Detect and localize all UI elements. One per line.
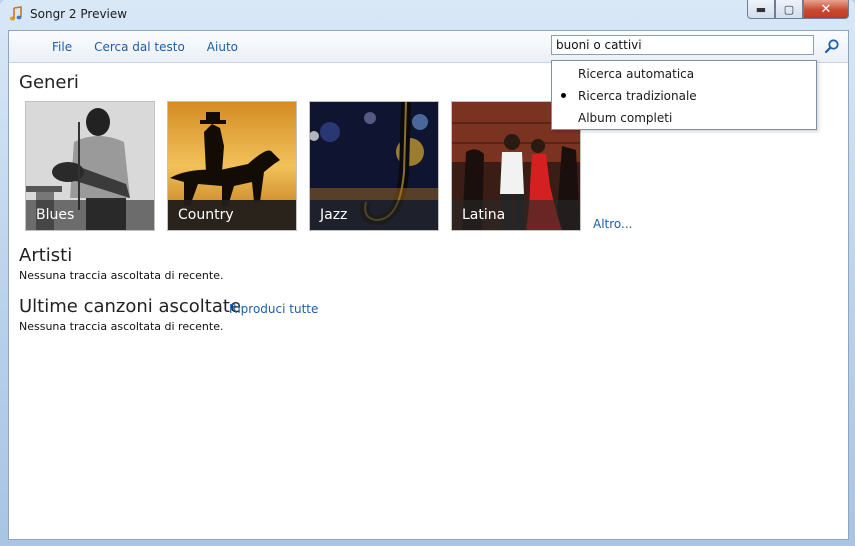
search-mode-dropdown: Ricerca automatica Ricerca tradizionale … xyxy=(551,60,817,130)
search-mode-traditional[interactable]: Ricerca tradizionale xyxy=(578,89,697,103)
genre-label-jazz: Jazz xyxy=(310,200,438,230)
search-input[interactable] xyxy=(551,35,814,55)
menu-bar: File Cerca dal testo Aiuto xyxy=(9,31,848,63)
play-all-link[interactable]: Riproduci tutte xyxy=(229,302,318,316)
maximize-button[interactable]: ▢ xyxy=(775,0,803,19)
artists-title: Artisti xyxy=(19,245,73,266)
genre-label-blues: Blues xyxy=(26,200,154,230)
title-bar[interactable]: Songr 2 Preview ▬ ▢ ✕ xyxy=(0,0,855,30)
recent-songs-empty-text: Nessuna traccia ascoltata di recente. xyxy=(19,320,224,333)
search-mode-full-albums[interactable]: Album completi xyxy=(578,111,672,125)
menu: File Cerca dal testo Aiuto xyxy=(52,40,238,54)
search-mode-automatic[interactable]: Ricerca automatica xyxy=(578,67,694,81)
window-title: Songr 2 Preview xyxy=(30,7,128,21)
genres-title: Generi xyxy=(19,72,79,93)
menu-help[interactable]: Aiuto xyxy=(207,40,238,54)
genre-tile-blues[interactable]: Blues xyxy=(25,101,155,231)
recent-songs-title: Ultime canzoni ascoltate xyxy=(19,296,242,317)
window-frame: Songr 2 Preview ▬ ▢ ✕ File Cerca dal tes… xyxy=(0,0,855,546)
minimize-button[interactable]: ▬ xyxy=(747,0,775,19)
app-music-note-icon xyxy=(9,6,22,21)
selected-bullet-icon xyxy=(561,93,566,98)
genre-label-country: Country xyxy=(168,200,296,230)
menu-search-by-text[interactable]: Cerca dal testo xyxy=(94,40,185,54)
window-controls: ▬ ▢ ✕ xyxy=(747,0,849,20)
genre-label-latina: Latina xyxy=(452,200,580,230)
genres-more-link[interactable]: Altro... xyxy=(593,217,633,231)
genre-tile-country[interactable]: Country xyxy=(167,101,297,231)
genre-tile-jazz[interactable]: Jazz xyxy=(309,101,439,231)
menu-file[interactable]: File xyxy=(52,40,72,54)
close-button[interactable]: ✕ xyxy=(803,0,849,19)
main-content: File Cerca dal testo Aiuto Ricerca autom… xyxy=(8,30,849,540)
artists-empty-text: Nessuna traccia ascoltata di recente. xyxy=(19,269,224,282)
search-icon[interactable] xyxy=(824,38,840,54)
